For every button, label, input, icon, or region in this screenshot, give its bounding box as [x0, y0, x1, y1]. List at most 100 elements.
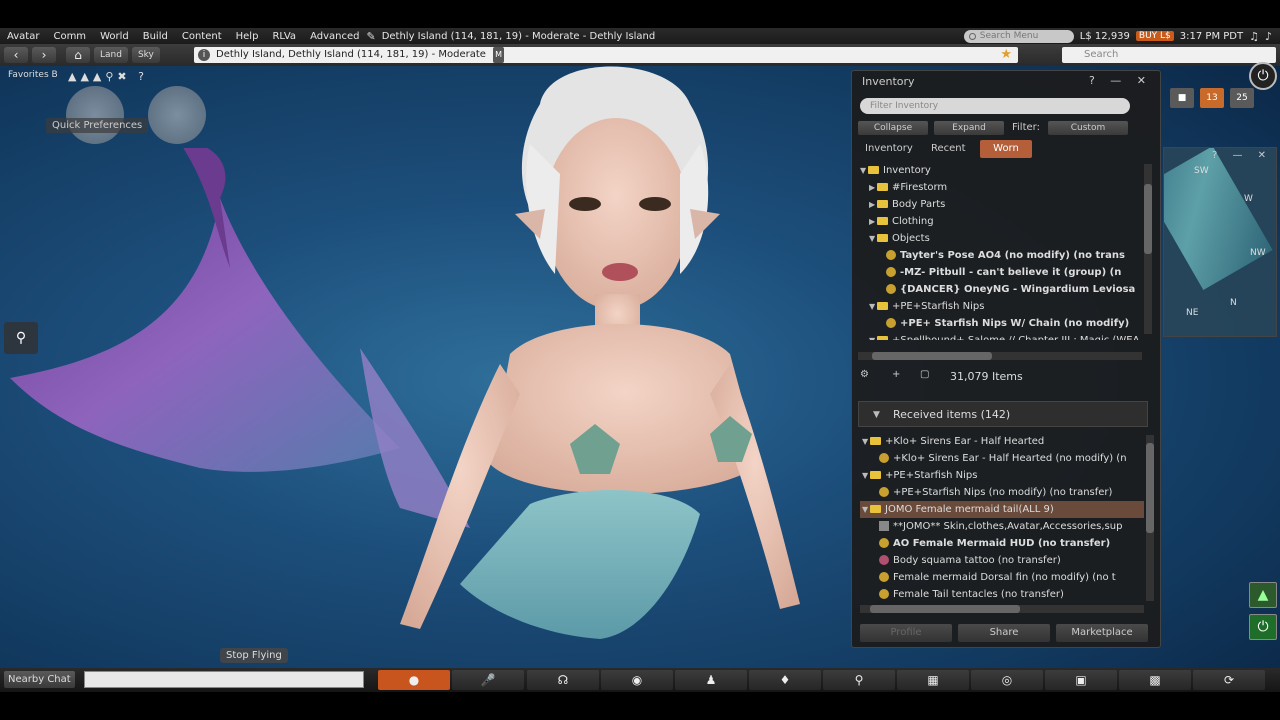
- buy-linden-button[interactable]: BUY L$: [1135, 31, 1174, 41]
- expand-triangle-icon[interactable]: ▼: [862, 467, 870, 484]
- land-button[interactable]: Land: [94, 47, 128, 63]
- folder-row[interactable]: ▼ +PE+Starfish Nips: [860, 467, 1144, 484]
- item-row[interactable]: AO Female Mermaid HUD (no transfer): [860, 535, 1144, 552]
- menu-build[interactable]: Build: [136, 31, 175, 42]
- region-script-icon[interactable]: ✎: [366, 30, 375, 43]
- folder-row[interactable]: ▶ Clothing: [858, 213, 1142, 230]
- inventory-icon[interactable]: ▩: [1119, 670, 1191, 690]
- move-icon[interactable]: ⟳: [1193, 670, 1265, 690]
- appearance-icon[interactable]: ♦: [749, 670, 821, 690]
- inventory-hscrollbar[interactable]: [858, 352, 1142, 360]
- gear-icon[interactable]: ⚙: [860, 369, 869, 380]
- camera-orbit-joystick[interactable]: [66, 86, 124, 144]
- item-row[interactable]: -MZ- Pitbull - can't believe it (group) …: [858, 264, 1142, 281]
- inventory-filter-input[interactable]: Filter Inventory: [860, 98, 1130, 114]
- expand-triangle-icon[interactable]: ▼: [869, 332, 877, 340]
- item-row[interactable]: Female Tail tentacles (no transfer): [860, 586, 1144, 603]
- share-button[interactable]: Share: [958, 624, 1050, 642]
- stop-flying-button[interactable]: Stop Flying: [220, 648, 288, 663]
- menu-comm[interactable]: Comm: [46, 31, 93, 42]
- expand-triangle-icon[interactable]: ▶: [869, 213, 877, 230]
- favorite-star-icon[interactable]: ★: [1000, 47, 1012, 63]
- menu-avatar[interactable]: Avatar: [0, 31, 46, 42]
- collapse-button[interactable]: Collapse: [858, 121, 928, 135]
- expand-triangle-icon[interactable]: ▼: [869, 298, 877, 315]
- item-row[interactable]: +PE+ Starfish Nips W/ Chain (no modify): [858, 315, 1142, 332]
- expand-triangle-icon[interactable]: ▼: [862, 501, 870, 518]
- hud-badge-1[interactable]: 13: [1200, 88, 1224, 108]
- minimap[interactable]: ? — ✕ SW W NW N NE: [1163, 147, 1277, 337]
- inventory-scrollbar[interactable]: [1144, 164, 1152, 334]
- media-icon[interactable]: ♫: [1249, 30, 1259, 43]
- hscroll-thumb[interactable]: [870, 605, 1020, 613]
- hud-badge-2[interactable]: 25: [1230, 88, 1254, 108]
- scroll-thumb[interactable]: [1144, 184, 1152, 254]
- camera-pan-joystick[interactable]: [148, 86, 206, 144]
- hscroll-thumb[interactable]: [872, 352, 992, 360]
- filter-dropdown[interactable]: Custom: [1048, 121, 1128, 135]
- received-hscrollbar[interactable]: [860, 605, 1144, 613]
- chat-bubble-icon[interactable]: ●: [378, 670, 450, 690]
- view-eye-icon[interactable]: ◉: [601, 670, 673, 690]
- menu-world[interactable]: World: [93, 31, 136, 42]
- search-icon[interactable]: ⚲: [823, 670, 895, 690]
- tab-recent[interactable]: Recent: [926, 140, 971, 158]
- received-items-header[interactable]: ▼ Received items (142): [858, 401, 1148, 427]
- item-row[interactable]: +PE+Starfish Nips (no modify) (no transf…: [860, 484, 1144, 501]
- menu-advanced[interactable]: Advanced: [303, 31, 366, 42]
- expand-triangle-icon[interactable]: ▼: [869, 230, 877, 247]
- sky-button[interactable]: Sky: [131, 47, 160, 63]
- location-input[interactable]: i Dethly Island, Dethly Island (114, 181…: [194, 47, 1018, 63]
- folder-row[interactable]: ▶ Body Parts: [858, 196, 1142, 213]
- search-menu-input[interactable]: Search Menu: [963, 29, 1074, 43]
- nearby-chat-button[interactable]: Nearby Chat: [4, 671, 75, 688]
- expand-button[interactable]: Expand: [934, 121, 1004, 135]
- expand-triangle-icon[interactable]: ▼: [862, 433, 870, 450]
- tab-inventory[interactable]: Inventory: [860, 140, 918, 158]
- item-row[interactable]: {DANCER} OneyNG - Wingardium Leviosa: [858, 281, 1142, 298]
- snapshot-icon[interactable]: ▣: [1045, 670, 1117, 690]
- item-row[interactable]: Body squama tattoo (no transfer): [860, 552, 1144, 569]
- microphone-icon[interactable]: 🎤: [452, 670, 524, 690]
- trash-icon[interactable]: ▢: [920, 369, 929, 380]
- menu-rlva[interactable]: RLVa: [265, 31, 303, 42]
- people-icon[interactable]: ♟: [675, 670, 747, 690]
- item-row[interactable]: +Klo+ Sirens Ear - Half Hearted (no modi…: [860, 450, 1144, 467]
- back-button[interactable]: ‹: [4, 47, 28, 63]
- folder-row[interactable]: ▼ Objects: [858, 230, 1142, 247]
- volume-icon[interactable]: ♪: [1265, 30, 1272, 43]
- received-scrollbar[interactable]: [1146, 435, 1154, 601]
- menu-content[interactable]: Content: [175, 31, 229, 42]
- favorites-bar[interactable]: Favorites B: [8, 70, 58, 80]
- camera-controls[interactable]: [66, 86, 208, 146]
- item-row[interactable]: Female mermaid Dorsal fin (no modify) (n…: [860, 569, 1144, 586]
- expand-triangle-icon[interactable]: ▶: [869, 179, 877, 196]
- folder-row[interactable]: ▶ #Firestorm: [858, 179, 1142, 196]
- hud-up-arrow-icon[interactable]: ▲: [1249, 582, 1277, 608]
- camera-toolbar-icons[interactable]: ▲▲▲⚲✖ ?: [68, 70, 148, 83]
- expand-triangle-icon[interactable]: ▼: [860, 162, 868, 179]
- power-icon[interactable]: ⏻: [1249, 62, 1277, 90]
- search-input[interactable]: Search: [1062, 47, 1276, 63]
- folder-row[interactable]: ▼ +Klo+ Sirens Ear - Half Hearted: [860, 433, 1144, 450]
- tab-worn[interactable]: Worn: [980, 140, 1032, 158]
- item-row[interactable]: Tayter's Pose AO4 (no modify) (no trans: [858, 247, 1142, 264]
- marketplace-button[interactable]: Marketplace: [1056, 624, 1148, 642]
- hud-power-icon[interactable]: ⏻: [1249, 614, 1277, 640]
- folder-row[interactable]: ▼ +Spellbound+ Salome // Chapter III : Ma…: [858, 332, 1142, 340]
- menu-help[interactable]: Help: [229, 31, 266, 42]
- headphones-icon[interactable]: ☊: [527, 670, 599, 690]
- forward-button[interactable]: ›: [32, 47, 56, 63]
- chat-input[interactable]: [84, 671, 364, 688]
- item-row[interactable]: **JOMO** Skin,clothes,Avatar,Accessories…: [860, 518, 1144, 535]
- hud-icon-1[interactable]: ■: [1170, 88, 1194, 108]
- linden-balance[interactable]: L$ 12,939: [1080, 31, 1130, 42]
- folder-row[interactable]: ▼ +PE+Starfish Nips: [858, 298, 1142, 315]
- map-icon[interactable]: ▦: [897, 670, 969, 690]
- home-button[interactable]: ⌂: [66, 47, 90, 63]
- info-icon[interactable]: i: [198, 49, 210, 61]
- folder-row[interactable]: ▼ Inventory: [858, 162, 1142, 179]
- minimap-icon[interactable]: ◎: [971, 670, 1043, 690]
- folder-row[interactable]: ▼ JOMO Female mermaid tail(ALL 9): [860, 501, 1144, 518]
- location-pin-button[interactable]: ⚲: [4, 322, 38, 354]
